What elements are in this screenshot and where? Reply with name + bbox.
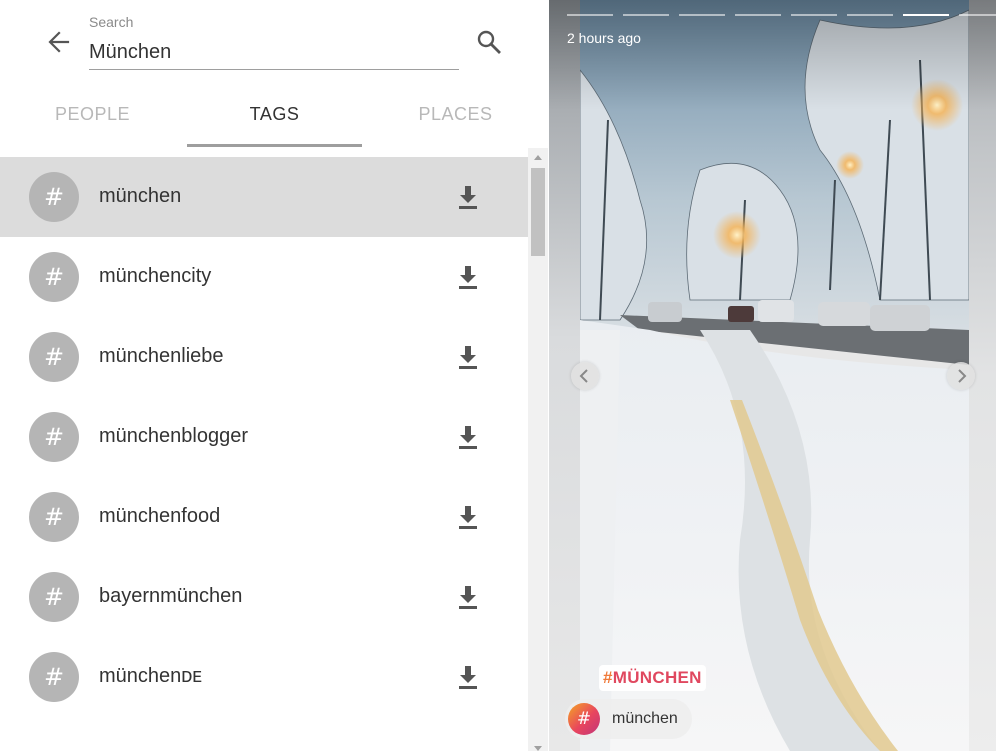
hash-icon: # [29, 172, 79, 222]
story-media[interactable] [580, 0, 969, 751]
sticker-hash: # [603, 668, 613, 687]
tag-result-row[interactable]: # münchen [0, 157, 528, 237]
tag-result-row[interactable]: # münchenᴅᴇ [0, 637, 528, 717]
scroll-down-button[interactable] [528, 741, 548, 751]
story-progress-segment [623, 14, 669, 16]
story-progress-segment [567, 14, 613, 16]
back-button[interactable] [44, 28, 74, 56]
download-icon [459, 666, 477, 689]
download-button[interactable] [455, 422, 481, 452]
story-progress-segment [735, 14, 781, 16]
hashtag-sticker[interactable]: #MÜNCHEN [599, 665, 706, 691]
tag-name: münchenᴅᴇ [99, 665, 203, 687]
tag-result-row[interactable]: # bayernmünchen [0, 557, 528, 637]
story-progress-segment [847, 14, 893, 16]
results-scrollbar[interactable] [528, 148, 548, 751]
tag-name: münchen [99, 185, 182, 207]
sticker-text: MÜNCHEN [612, 668, 702, 687]
download-icon [459, 346, 477, 369]
tab-tags[interactable]: TAGS [187, 104, 362, 146]
download-button[interactable] [455, 342, 481, 372]
hash-icon: # [29, 332, 79, 382]
download-button[interactable] [455, 262, 481, 292]
hash-icon: # [29, 412, 79, 462]
tab-people[interactable]: PEOPLE [5, 104, 180, 146]
active-tab-indicator [187, 144, 362, 147]
download-button[interactable] [455, 502, 481, 532]
tag-result-row[interactable]: # münchencity [0, 237, 528, 317]
download-icon [459, 266, 477, 289]
download-button[interactable] [455, 662, 481, 692]
story-progress-segment [679, 14, 725, 16]
scroll-up-button[interactable] [528, 148, 548, 166]
hash-icon: # [29, 652, 79, 702]
story-progress-segment [791, 14, 837, 16]
download-icon [459, 586, 477, 609]
chevron-right-icon [958, 369, 967, 383]
tag-name: bayernmünchen [99, 585, 243, 607]
story-timestamp: 2 hours ago [567, 30, 641, 46]
hash-icon: # [29, 572, 79, 622]
hash-icon: # [29, 252, 79, 302]
search-icon [477, 30, 501, 54]
tag-name: münchenblogger [99, 425, 248, 447]
snowy-street-photo [580, 0, 969, 751]
hash-icon: # [29, 492, 79, 542]
tag-result-row[interactable]: # münchenliebe [0, 317, 528, 397]
search-button[interactable] [474, 27, 504, 57]
tag-result-row[interactable]: # münchenfood [0, 477, 528, 557]
story-viewer: 2 hours ago #MÜNCHEN # münchen [549, 0, 996, 751]
previous-story-button[interactable] [571, 362, 599, 390]
scroll-thumb[interactable] [531, 168, 545, 256]
triangle-down-icon [534, 746, 542, 751]
download-icon [459, 506, 477, 529]
next-story-button[interactable] [947, 362, 975, 390]
tag-results-list: # münchen # münchencity # münchenliebe #… [0, 157, 528, 751]
download-icon [459, 186, 477, 209]
story-progress-segment-active [903, 14, 949, 16]
tag-name: münchenfood [99, 505, 221, 527]
hashtag-icon: # [568, 703, 600, 735]
tab-places[interactable]: PLACES [368, 104, 543, 146]
story-tag-pill[interactable]: # münchen [565, 699, 692, 739]
tag-result-row[interactable]: # münchenblogger [0, 397, 528, 477]
search-panel: Search PEOPLE TAGS PLACES # münchen # mü… [0, 0, 548, 751]
tag-name: münchencity [99, 265, 212, 287]
search-input[interactable] [89, 36, 459, 70]
chevron-left-icon [579, 369, 588, 383]
tag-name: münchenliebe [99, 345, 224, 367]
triangle-up-icon [534, 155, 542, 160]
download-button[interactable] [455, 582, 481, 612]
arrow-left-icon [48, 31, 70, 53]
search-field-label: Search [89, 14, 134, 30]
tag-pill-label: münchen [612, 710, 678, 727]
story-progress-segment [959, 14, 996, 16]
download-button[interactable] [455, 182, 481, 212]
download-icon [459, 426, 477, 449]
